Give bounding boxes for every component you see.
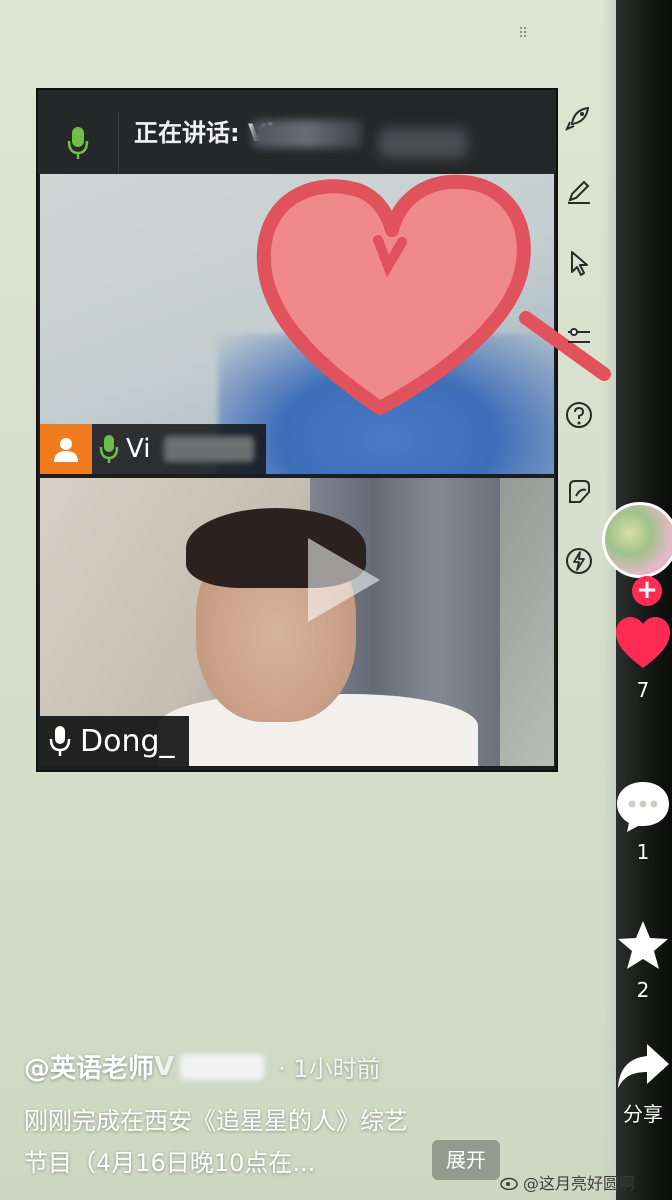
author-suffix: V	[154, 1051, 175, 1082]
microphone-icon	[67, 127, 89, 159]
microphone-icon	[40, 716, 80, 766]
pen-icon[interactable]	[564, 176, 594, 206]
author-name[interactable]: @英语老师	[24, 1048, 154, 1085]
caption-line: 刚刚完成在西安《追星星的人》综艺	[24, 1107, 408, 1135]
microphone-icon	[92, 424, 126, 474]
bolt-icon[interactable]	[564, 546, 594, 576]
participant-name: Vi	[126, 434, 151, 464]
window-grip-icon: ⠿	[518, 26, 531, 42]
comment-icon	[617, 782, 669, 832]
star-icon	[618, 921, 668, 969]
name-blur	[164, 436, 255, 462]
share-button[interactable]: 分享	[614, 1040, 672, 1127]
video-tile-participant[interactable]: Dong_	[40, 478, 554, 766]
author-avatar[interactable]	[602, 502, 672, 578]
author-line: @英语老师 V · 1小时前	[24, 1048, 381, 1085]
post-time: · 1小时前	[278, 1055, 381, 1083]
heart-sticker-icon	[256, 174, 611, 415]
help-icon[interactable]	[564, 400, 594, 430]
participant-name-tag: Dong_	[40, 716, 189, 766]
watermark: @这月亮好圆啊	[500, 1170, 635, 1194]
heart-icon	[616, 617, 670, 668]
follow-button[interactable]: +	[632, 576, 662, 606]
comment-count: 1	[636, 840, 650, 864]
settings-slider-icon[interactable]	[564, 322, 594, 352]
sticker-icon[interactable]	[564, 476, 594, 506]
user-icon	[40, 424, 92, 474]
play-icon[interactable]	[308, 538, 380, 622]
rocket-icon[interactable]	[564, 102, 594, 132]
header-mic-button[interactable]	[38, 112, 119, 174]
like-button[interactable]: 7	[614, 614, 672, 702]
participant-name: Dong_	[80, 723, 175, 759]
favorite-button[interactable]: 2	[614, 918, 672, 1002]
name-blur	[180, 1053, 265, 1080]
favorite-count: 2	[636, 978, 650, 1002]
watermark-text: @这月亮好圆啊	[523, 1174, 636, 1193]
weibo-icon	[500, 1177, 518, 1190]
participant-name-tag: Vi	[40, 424, 267, 474]
name-blur	[252, 120, 362, 148]
name-blur	[378, 128, 468, 158]
meeting-header: 正在讲话: Vi	[38, 90, 556, 174]
expand-button[interactable]: 展开	[432, 1140, 500, 1180]
like-count: 7	[636, 678, 650, 702]
comment-button[interactable]: 1	[614, 778, 672, 864]
share-label: 分享	[623, 1102, 663, 1126]
cursor-icon[interactable]	[564, 248, 594, 278]
share-icon	[618, 1044, 669, 1088]
